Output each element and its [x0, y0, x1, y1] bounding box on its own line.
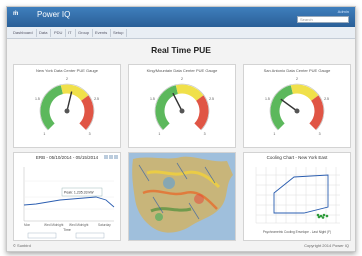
gauge-needle	[172, 92, 183, 112]
weather-map-panel[interactable]	[128, 152, 236, 241]
tab-group[interactable]: Group	[75, 29, 94, 37]
gauge-panel: New York Data Center PUE Gauge 1 1.5 2 2.5 3	[13, 64, 121, 148]
tab-setup[interactable]: Setup	[110, 29, 128, 37]
gauge-needle	[66, 91, 73, 112]
gauge-tick-label: 1.5	[150, 97, 155, 101]
tab-data[interactable]: Data	[36, 29, 52, 37]
chart-tooltip: Peak: 1,235.33 kW	[61, 187, 103, 197]
gauge-band	[309, 95, 324, 130]
tab-dashboard[interactable]: Dashboard	[10, 29, 37, 37]
cooling-chart-panel: Cooling Chart - New York East Psychromet…	[243, 152, 351, 241]
tooltip-text: Peak: 1,235.33 kW	[64, 191, 94, 195]
gauge-band	[60, 84, 89, 101]
gauge-needle	[280, 98, 298, 112]
x-tick-label: Wed Midnight	[69, 223, 89, 227]
gauge-hub	[64, 108, 70, 114]
x-axis-label: Psychrometric Cooling Envelope - Last Ni…	[263, 230, 331, 234]
gauge-tick-label: 2.5	[94, 97, 99, 101]
tab-events[interactable]: Events	[92, 29, 112, 37]
panel-controls[interactable]	[104, 155, 118, 159]
gauge-band	[175, 84, 204, 101]
gauge-tick-label: 3	[89, 132, 91, 136]
gauge-tick-label: 1	[273, 132, 275, 136]
trend-chart: Peak: 1,235.33 kW Mon Wed Midnight Wed M…	[23, 155, 118, 239]
pue-gauge: 1 1.5 2 2.5 3	[150, 77, 214, 136]
date-start-field[interactable]	[27, 232, 57, 239]
trend-line	[23, 196, 115, 208]
weather-map[interactable]	[129, 153, 235, 240]
gauge-tick-label: 1	[43, 132, 45, 136]
data-points	[316, 213, 329, 219]
pue-gauge: 1 1.5 2 2.5 3	[265, 77, 329, 136]
x-tick-label: Saturday	[98, 223, 111, 227]
top-bar: ṁ Power IQ Admin Search	[7, 7, 355, 27]
gauge-tick-label: 3	[319, 132, 321, 136]
date-end-field[interactable]	[75, 232, 105, 239]
gauge-tick-label: 1	[158, 132, 160, 136]
gauge-hub	[294, 108, 300, 114]
gauge-hub	[179, 108, 185, 114]
gauge-panel: San Antonio Data Center PUE Gauge 1 1.5 2 2…	[243, 64, 351, 148]
x-axis-label: Time	[63, 228, 71, 232]
app-window: ṁ Power IQ Admin Search Dashboard Data P…	[6, 6, 356, 252]
gauge-tick-label: 1.5	[265, 97, 270, 101]
gauge-tick-label: 2.5	[324, 97, 329, 101]
pue-gauge: 1 1.5 2 2.5 3	[35, 77, 99, 136]
gauge-tick-label: 2.5	[209, 97, 214, 101]
gauge-tick-label: 3	[204, 132, 206, 136]
gauge-tick-label: 1.5	[35, 97, 40, 101]
user-menu[interactable]: Admin	[338, 9, 349, 14]
gauge-tick-label: 2	[296, 77, 298, 81]
power-trend-panel: ERB - 05/10/2014 - 05/15/2014 Peak: 1,23…	[13, 152, 121, 241]
gauge-tick-label: 2	[181, 77, 183, 81]
footer-right: Copyright 2014 Power IQ	[304, 243, 349, 248]
x-tick-label: Mon	[24, 223, 30, 227]
page-title: Real Time PUE	[151, 45, 211, 55]
tab-it[interactable]: IT	[65, 29, 76, 37]
gauge-band	[79, 95, 94, 130]
search-input[interactable]: Search	[297, 16, 349, 23]
gauge-band	[270, 85, 294, 130]
footer-left: © Sunbird	[13, 243, 31, 248]
x-tick-label: Wed Midnight	[44, 223, 64, 227]
gauge-band	[290, 84, 319, 101]
brand-logo: ṁ	[13, 11, 19, 17]
gauge-tick-label: 2	[66, 77, 68, 81]
app-title: Power IQ	[37, 10, 71, 19]
cooling-chart: Psychrometric Cooling Envelope - Last Ni…	[255, 167, 340, 234]
gauge-band	[40, 85, 64, 130]
gauge-band	[194, 95, 209, 130]
cooling-envelope	[273, 174, 329, 214]
gauge-panel: King/Mountain Data Center PUE Gauge 1 1.5…	[128, 64, 236, 148]
main-nav-tabs: Dashboard Data PDU IT Group Events Setup	[7, 27, 355, 39]
